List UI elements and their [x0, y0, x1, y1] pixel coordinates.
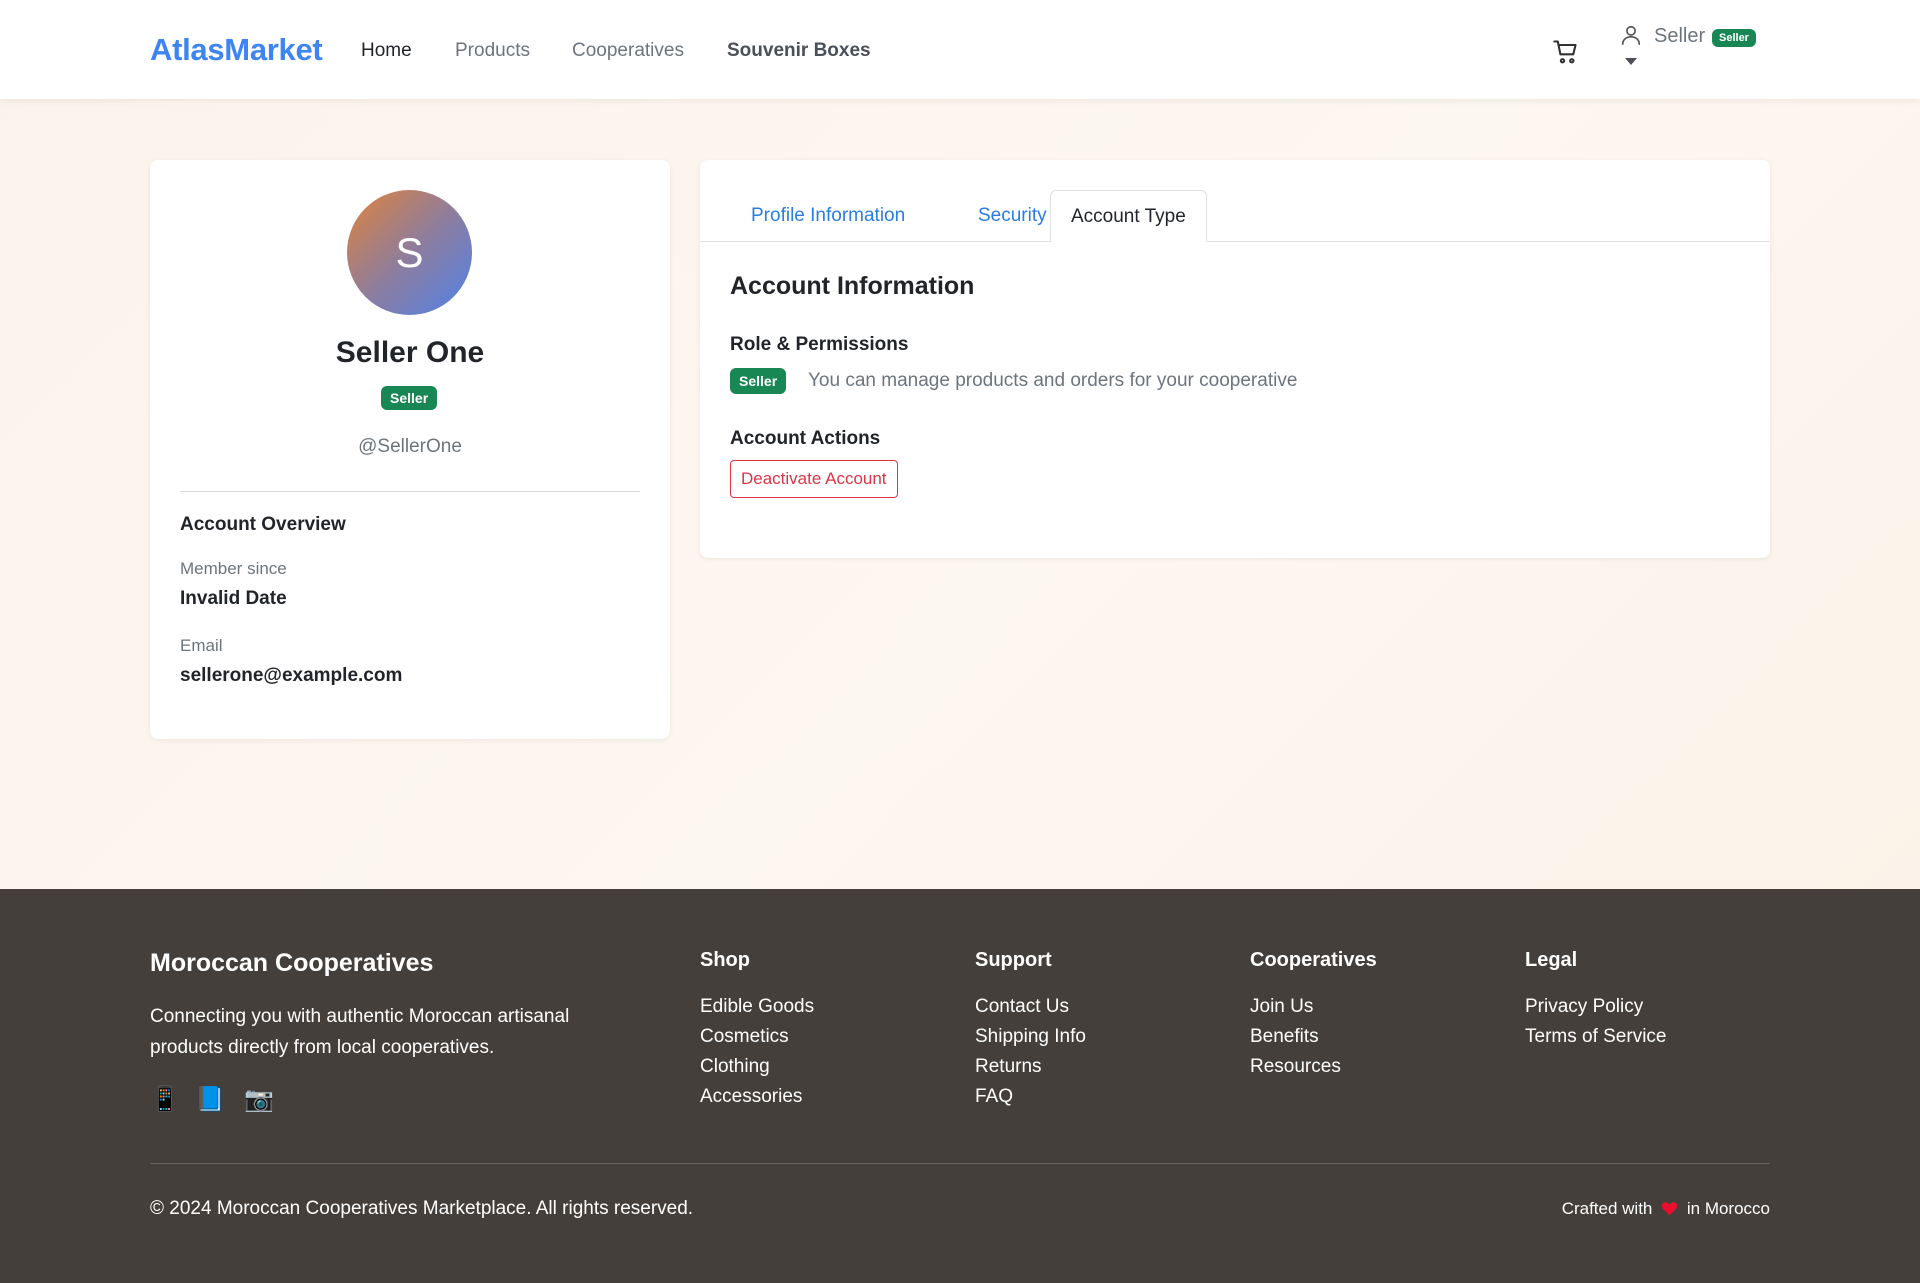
role-description: You can manage products and orders for y… [808, 370, 1298, 391]
email-value: sellerone@example.com [180, 665, 403, 686]
cart-button[interactable] [1552, 38, 1580, 66]
mobile-phone-icon[interactable]: 📱 [150, 1085, 180, 1114]
tab-profile-information[interactable]: Profile Information [731, 190, 925, 242]
book-icon[interactable]: 📘 [195, 1085, 225, 1114]
user-menu-label: Seller [1654, 25, 1706, 47]
tab-account-type[interactable]: Account Type [1050, 190, 1207, 242]
profile-role-badge: Seller [381, 386, 438, 410]
profile-divider [180, 491, 640, 492]
cart-icon [1553, 40, 1577, 64]
footer-divider [150, 1163, 1770, 1164]
nav-link-souvenir-boxes[interactable]: Souvenir Boxes [727, 40, 871, 62]
footer-link-edible-goods[interactable]: Edible Goods [700, 996, 814, 1018]
footer-link-resources[interactable]: Resources [1250, 1056, 1341, 1078]
footer-brand: Moroccan Cooperatives [150, 949, 434, 977]
user-icon [1621, 25, 1641, 45]
heart-icon [1661, 1202, 1678, 1216]
account-information-title: Account Information [730, 272, 975, 300]
footer-link-benefits[interactable]: Benefits [1250, 1026, 1319, 1048]
footer-link-privacy-policy[interactable]: Privacy Policy [1525, 996, 1643, 1018]
site-footer: Moroccan Cooperatives Connecting you wit… [0, 889, 1920, 1283]
copyright-text: © 2024 Moroccan Cooperatives Marketplace… [150, 1198, 694, 1219]
footer-link-cosmetics[interactable]: Cosmetics [700, 1026, 789, 1048]
account-overview-title: Account Overview [180, 514, 346, 535]
footer-column-title-cooperatives: Cooperatives [1250, 949, 1377, 971]
member-since-value: Invalid Date [180, 588, 287, 609]
footer-link-shipping-info[interactable]: Shipping Info [975, 1026, 1086, 1048]
footer-column-title-legal: Legal [1525, 949, 1578, 971]
nav-link-products[interactable]: Products [455, 40, 530, 62]
crafted-prefix: Crafted with [1561, 1199, 1653, 1218]
chevron-down-icon [1625, 58, 1637, 65]
email-label: Email [180, 636, 223, 655]
deactivate-account-button[interactable]: Deactivate Account [730, 460, 898, 498]
crafted-suffix: in Morocco [1686, 1199, 1770, 1218]
nav-link-home[interactable]: Home [361, 40, 412, 62]
account-actions-heading: Account Actions [730, 428, 881, 449]
footer-column-title-support: Support [975, 949, 1052, 971]
account-settings-card: Profile Information Security Account Typ… [700, 160, 1770, 558]
footer-link-terms-of-service[interactable]: Terms of Service [1525, 1026, 1666, 1048]
footer-description: Connecting you with authentic Moroccan a… [150, 1006, 570, 1058]
avatar: S [347, 190, 472, 315]
user-menu-dropdown[interactable]: Seller Seller [1620, 22, 1770, 72]
footer-link-accessories[interactable]: Accessories [700, 1086, 802, 1108]
role-badge: Seller [730, 368, 787, 394]
profile-card: S Seller One Seller @SellerOne Account O… [150, 160, 670, 739]
footer-link-clothing[interactable]: Clothing [700, 1056, 770, 1078]
crafted-in-morocco: Crafted with in Morocco [1562, 1199, 1770, 1219]
brand-logo[interactable]: AtlasMarket [150, 32, 323, 68]
footer-link-faq[interactable]: FAQ [975, 1086, 1013, 1108]
member-since-label: Member since [180, 559, 287, 578]
profile-username: @SellerOne [358, 436, 462, 457]
user-role-badge: Seller [1712, 29, 1756, 47]
role-permissions-heading: Role & Permissions [730, 334, 909, 355]
footer-link-returns[interactable]: Returns [975, 1056, 1042, 1078]
footer-link-contact-us[interactable]: Contact Us [975, 996, 1069, 1018]
top-navbar: AtlasMarket Home Products Cooperatives S… [0, 0, 1920, 99]
camera-icon[interactable]: 📷 [244, 1085, 274, 1114]
footer-link-join-us[interactable]: Join Us [1250, 996, 1313, 1018]
profile-name: Seller One [335, 336, 485, 369]
footer-column-title-shop: Shop [700, 949, 750, 971]
nav-link-cooperatives[interactable]: Cooperatives [572, 40, 684, 62]
